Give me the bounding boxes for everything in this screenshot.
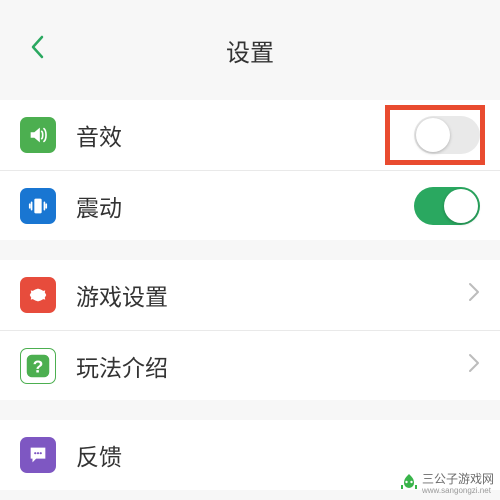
svg-text:?: ? [33, 356, 44, 376]
row-label: 反馈 [76, 438, 480, 472]
vibrate-toggle[interactable] [414, 187, 480, 225]
chevron-right-icon [468, 282, 480, 308]
sound-icon [20, 117, 56, 153]
toggle-knob [416, 118, 450, 152]
row-label: 玩法介绍 [76, 349, 468, 383]
watermark-url: www.sangongzi.net [422, 487, 494, 495]
row-label: 游戏设置 [76, 278, 468, 312]
row-sound[interactable]: 音效 [0, 100, 500, 170]
help-icon: ? [20, 348, 56, 384]
sound-toggle[interactable] [414, 116, 480, 154]
row-label: 音效 [76, 118, 414, 152]
feedback-icon [20, 437, 56, 473]
settings-group-1: 音效 震动 [0, 100, 500, 240]
row-vibrate[interactable]: 震动 [0, 170, 500, 240]
toggle-knob [444, 189, 478, 223]
watermark-text: 三公子游戏网 [422, 472, 494, 486]
chevron-right-icon [468, 353, 480, 379]
row-game-settings[interactable]: 游戏设置 [0, 260, 500, 330]
settings-group-2: 游戏设置 ? 玩法介绍 [0, 260, 500, 400]
chevron-left-icon [30, 35, 44, 59]
watermark-logo-icon [400, 473, 418, 493]
header: 设置 [0, 0, 500, 100]
row-howto[interactable]: ? 玩法介绍 [0, 330, 500, 400]
watermark: 三公子游戏网 www.sangongzi.net [400, 470, 494, 495]
gear-icon [20, 277, 56, 313]
page-title: 设置 [226, 33, 274, 68]
vibrate-icon [20, 188, 56, 224]
row-label: 震动 [76, 189, 414, 223]
back-button[interactable] [20, 29, 54, 72]
